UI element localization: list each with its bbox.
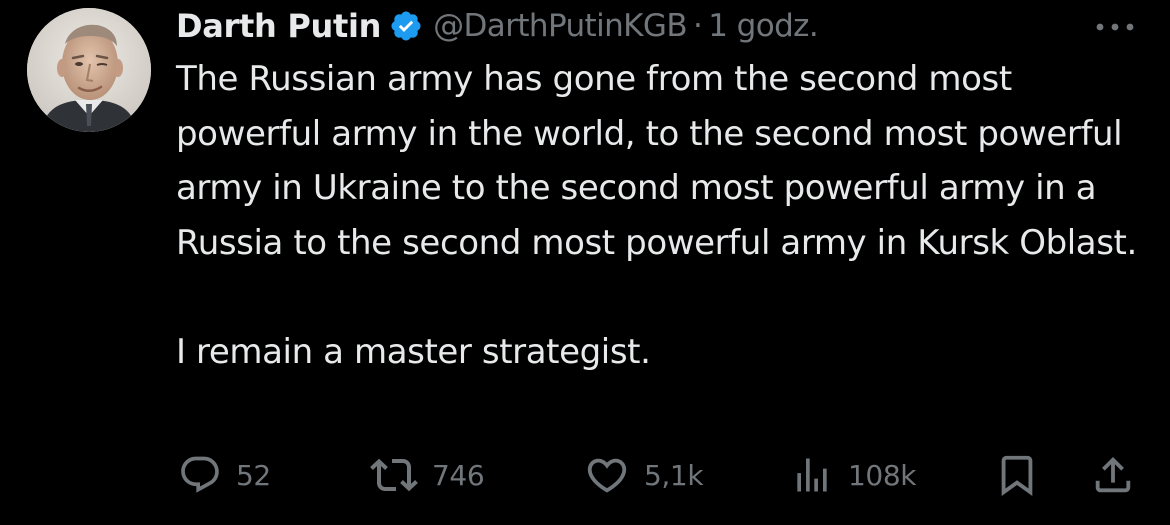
like-count: 5,1k <box>644 458 704 492</box>
action-bar: 52 746 5,1k 108k <box>0 445 1170 505</box>
author-handle[interactable]: @DarthPutinKGB <box>433 8 687 44</box>
verified-badge-icon <box>389 9 423 43</box>
views-icon <box>797 458 827 492</box>
avatar-photo <box>27 8 151 132</box>
like-icon <box>587 458 627 493</box>
reply-icon <box>181 456 219 493</box>
tweet-paragraph-1: The Russian army has gone from the secon… <box>176 59 1137 263</box>
like-button[interactable]: 5,1k <box>584 445 704 505</box>
share-button[interactable] <box>1090 445 1136 505</box>
bookmark-icon <box>1001 455 1033 496</box>
tweet-paragraph-2: I remain a master strategist. <box>176 331 651 372</box>
retweet-button[interactable]: 746 <box>370 445 485 505</box>
bookmark-button[interactable] <box>994 445 1040 505</box>
avatar[interactable] <box>27 8 151 132</box>
tweet-header: Darth Putin @DarthPutinKGB · 1 godz. <box>176 2 819 50</box>
share-icon <box>1095 456 1131 493</box>
tweet: Darth Putin @DarthPutinKGB · 1 godz. The… <box>0 0 1170 525</box>
reply-button[interactable]: 52 <box>178 445 271 505</box>
views-count: 108k <box>848 458 917 492</box>
views-button[interactable]: 108k <box>790 445 916 505</box>
retweet-icon <box>370 458 418 492</box>
display-name[interactable]: Darth Putin <box>176 7 381 45</box>
reply-count: 52 <box>236 458 271 492</box>
retweet-count: 746 <box>432 458 485 492</box>
tweet-text: The Russian army has gone from the secon… <box>176 52 1156 379</box>
separator-dot: · <box>693 8 703 44</box>
timestamp[interactable]: 1 godz. <box>708 8 818 44</box>
more-icon[interactable] <box>1090 12 1140 42</box>
